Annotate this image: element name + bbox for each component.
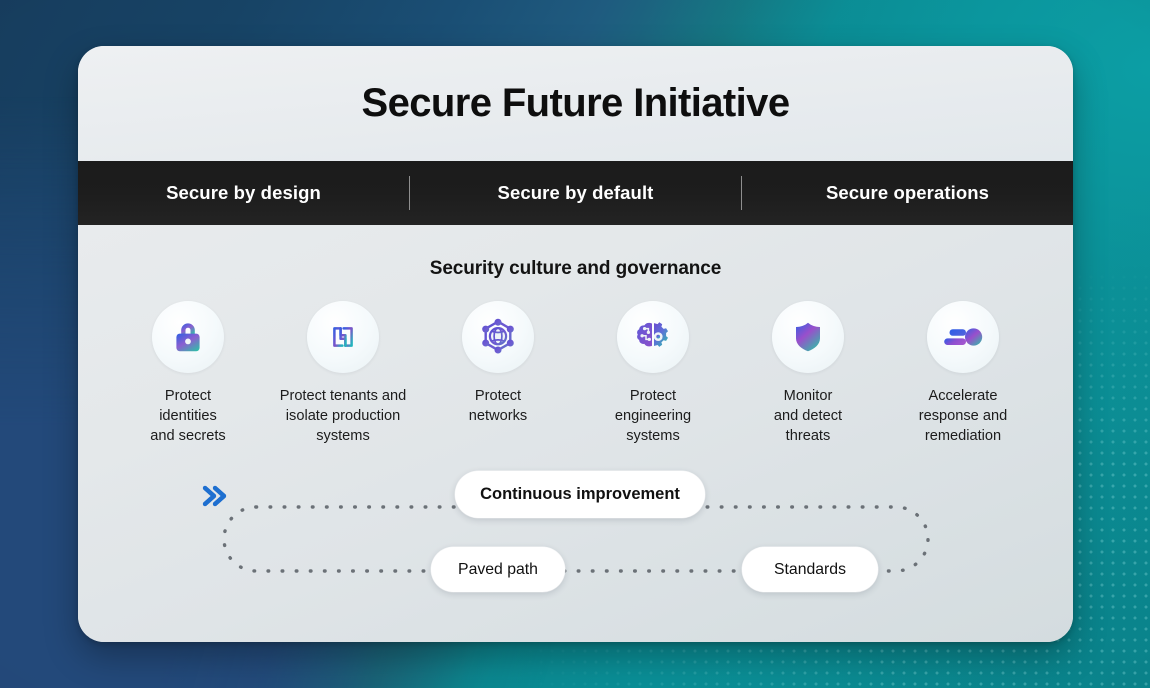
secure-future-initiative-card: Secure Future Initiative Secure by desig… (78, 46, 1073, 642)
brain-gear-icon (617, 301, 689, 373)
nav-bar: Secure by design Secure by default Secur… (78, 161, 1073, 225)
nav-item-secure-by-design[interactable]: Secure by design (78, 182, 409, 204)
pillar-monitor-detect[interactable]: Monitor and detect threats (731, 301, 886, 446)
chip-standards[interactable]: Standards (742, 547, 878, 592)
pillar-label: Monitor and detect threats (773, 388, 843, 444)
accelerate-icon (927, 301, 999, 373)
pillar-label: Protect engineering systems (614, 388, 692, 444)
tenant-isolation-icon (307, 301, 379, 373)
nav-item-secure-operations[interactable]: Secure operations (742, 182, 1073, 204)
pillar-label: Protect networks (468, 388, 528, 424)
pillar-row: Protect identities and secrets Protect t… (78, 301, 1073, 446)
chip-continuous-improvement[interactable]: Continuous improvement (455, 471, 705, 518)
pillar-label: Protect tenants and isolate production sys… (279, 388, 407, 444)
card-header: Secure Future Initiative (78, 46, 1073, 161)
pillar-protect-tenants[interactable]: Protect tenants and isolate production sys… (266, 301, 421, 446)
pillar-protect-identities[interactable]: Protect identities and secrets (111, 301, 266, 446)
chip-paved-path[interactable]: Paved path (431, 547, 565, 592)
pillar-label: Accelerate response and remediation (918, 388, 1008, 444)
shield-icon (772, 301, 844, 373)
section-heading: Security culture and governance (429, 258, 722, 279)
chevron-right-icon (202, 485, 227, 507)
nav-item-secure-by-default[interactable]: Secure by default (410, 182, 741, 204)
pillar-protect-engineering[interactable]: Protect engineering systems (576, 301, 731, 446)
pillar-label: Protect identities and secrets (150, 388, 226, 444)
network-globe-icon (462, 301, 534, 373)
continuous-improvement-loop: Continuous improvement Paved path Standa… (200, 471, 952, 595)
card-body: Security culture and governance Protect … (78, 225, 1073, 642)
pillar-protect-networks[interactable]: Protect networks (421, 301, 576, 426)
pillar-accelerate-response[interactable]: Accelerate response and remediation (886, 301, 1041, 446)
lock-icon (152, 301, 224, 373)
page-title: Secure Future Initiative (361, 81, 791, 125)
